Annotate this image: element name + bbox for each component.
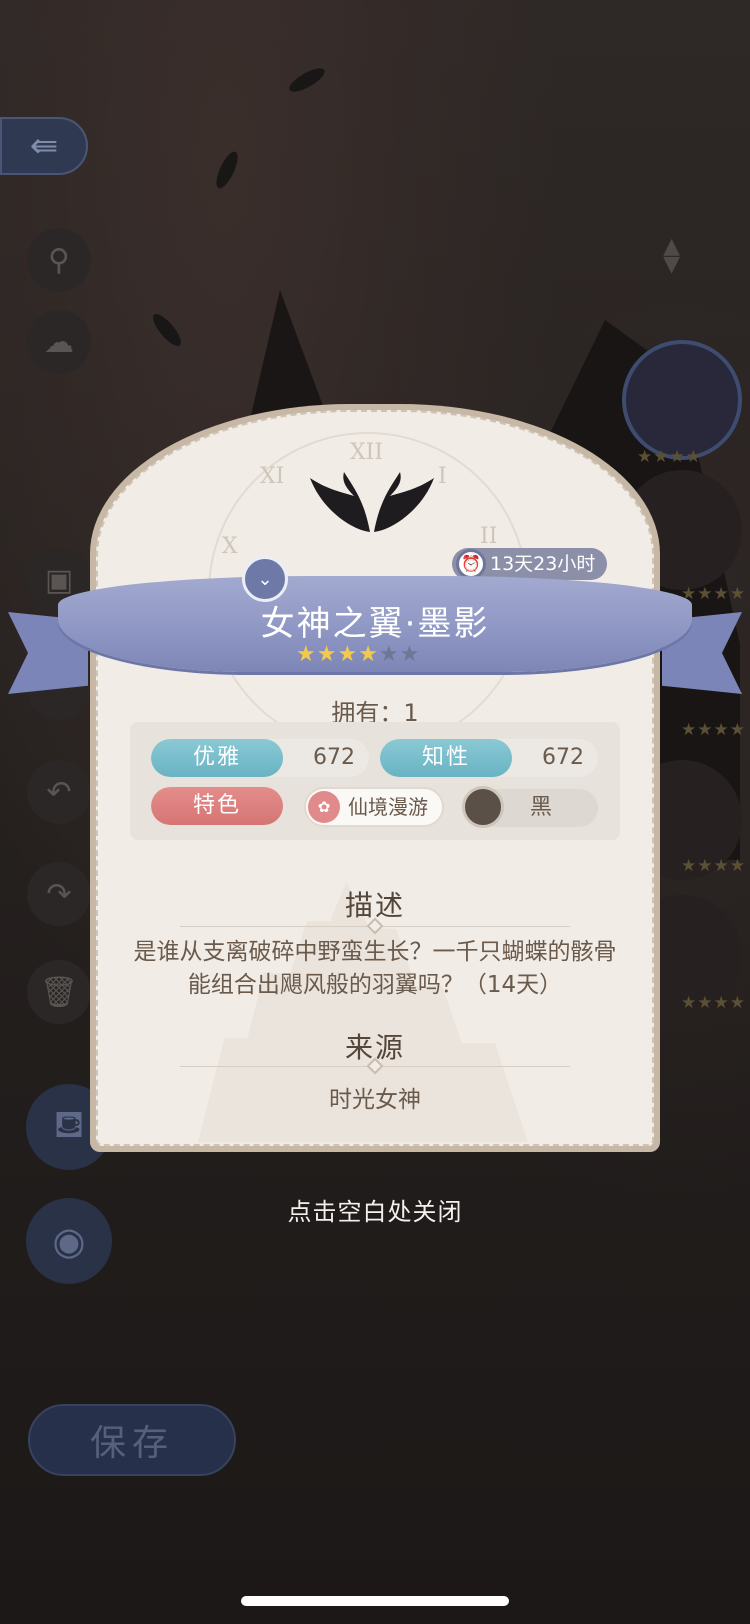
home-indicator[interactable]	[241, 1596, 509, 1606]
slot-stars: ★★★★	[637, 447, 702, 467]
slot-stars: ★★★★	[681, 856, 746, 876]
time-remaining-text: 13天23小时	[490, 553, 596, 575]
undo-button[interactable]: ↶	[27, 760, 91, 824]
attribute-label: 优雅	[151, 739, 283, 777]
undo-icon: ↶	[46, 774, 72, 810]
close-hint[interactable]: 点击空白处关闭	[0, 1192, 750, 1227]
color-name: 黑	[530, 795, 553, 820]
item-slot-selected[interactable]	[622, 340, 742, 460]
tag-label: 特色	[151, 787, 283, 825]
star-empty-icon: ★	[378, 642, 400, 667]
feather-decoration	[148, 310, 186, 350]
star-filled-icon: ★	[316, 642, 338, 667]
back-arrow-icon: ⇚	[29, 126, 59, 166]
item-description: 是谁从支离破碎中野蛮生长？一千只蝴蝶的骸骨能组合出飓风般的羽翼吗？（14天）	[133, 939, 617, 998]
attribute-label: 知性	[380, 739, 512, 777]
time-remaining-badge: ⏰ 13天23小时	[452, 548, 608, 580]
star-filled-icon: ★	[337, 642, 359, 667]
item-source: 时光女神	[329, 1087, 421, 1113]
series-tag-text: 仙境漫游	[348, 795, 428, 819]
attribute-intellectual: 知性 672	[380, 739, 598, 777]
hair-icon: ☁	[44, 324, 74, 360]
wonderland-icon: ✿	[308, 791, 340, 823]
alarm-clock-icon: ⏰	[456, 549, 486, 579]
slot-stars: ★★★★	[681, 993, 746, 1013]
save-button[interactable]: 保存	[28, 1404, 236, 1476]
delete-button[interactable]: 🗑	[27, 960, 91, 1024]
star-filled-icon: ★	[358, 642, 379, 667]
tag-special: 特色	[151, 787, 285, 825]
attribute-value: 672	[313, 745, 355, 770]
hair-style-button[interactable]: ☁	[27, 310, 91, 374]
feather-decoration	[212, 148, 242, 192]
feather-decoration	[286, 63, 328, 97]
back-button[interactable]: ⇚	[0, 117, 88, 175]
attribute-value: 672	[542, 745, 584, 770]
star-empty-icon: ★	[399, 642, 421, 667]
wings-item-icon	[310, 472, 434, 532]
star-filled-icon: ★	[296, 642, 317, 667]
attribute-elegant: 优雅 672	[151, 739, 369, 777]
series-tag-chip[interactable]: ✿ 仙境漫游	[304, 787, 444, 827]
rarity-stars: ★★★★★★	[296, 642, 420, 667]
color-swatch	[462, 786, 504, 828]
item-name: 女神之翼·墨影	[260, 604, 490, 644]
trash-icon: 🗑	[39, 974, 79, 1010]
wardrobe-icon: ▣	[44, 562, 74, 598]
search-button[interactable]: ⚲	[27, 228, 91, 292]
sort-icon[interactable]: ▲ ▼	[663, 236, 680, 276]
search-icon: ⚲	[48, 242, 70, 278]
